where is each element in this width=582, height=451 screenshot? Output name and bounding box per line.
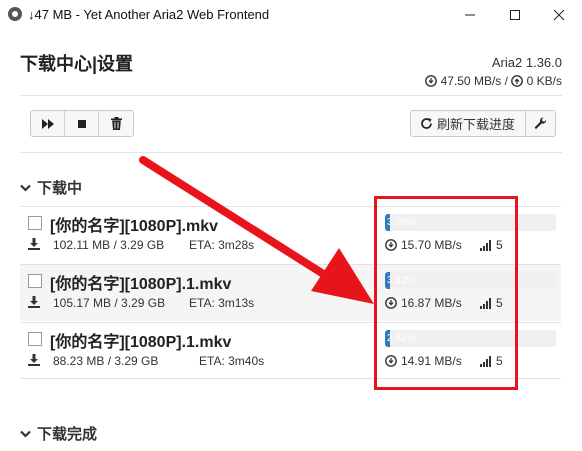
annotation-arrow [139, 156, 374, 304]
